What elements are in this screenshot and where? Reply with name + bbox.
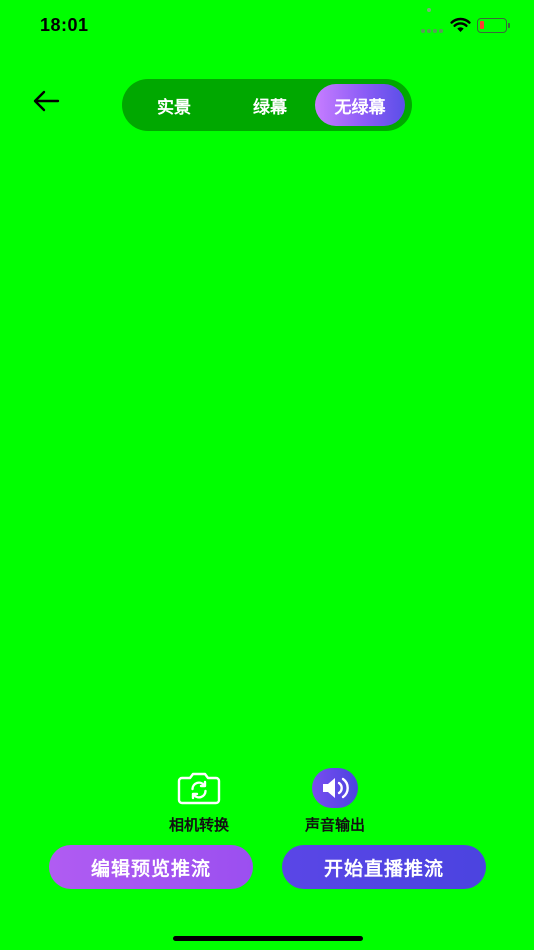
camera-switch-icon-wrap xyxy=(175,768,223,808)
sound-output-button[interactable]: 声音输出 xyxy=(280,768,390,838)
signal-icon xyxy=(421,29,443,33)
battery-icon xyxy=(477,18,510,33)
mode-switch: 实景 绿幕 无绿幕 xyxy=(122,79,412,131)
tab-no-green-screen[interactable]: 无绿幕 xyxy=(315,84,405,126)
tab-real-scene[interactable]: 实景 xyxy=(132,84,216,126)
tab-green-screen[interactable]: 绿幕 xyxy=(226,84,314,126)
wifi-icon xyxy=(450,17,471,32)
edit-preview-stream-button[interactable]: 编辑预览推流 xyxy=(49,845,253,889)
status-time: 18:01 xyxy=(40,15,89,35)
speaker-icon xyxy=(312,768,358,808)
indicator-dot xyxy=(427,8,431,12)
camera-switch-icon xyxy=(177,772,221,805)
back-button[interactable] xyxy=(28,84,64,118)
status-bar: 18:01 xyxy=(0,0,534,52)
arrow-left-icon xyxy=(33,90,60,112)
camera-switch-button[interactable]: 相机转换 xyxy=(144,768,254,838)
camera-switch-label: 相机转换 xyxy=(168,816,229,834)
battery-level xyxy=(480,21,484,29)
start-live-stream-button[interactable]: 开始直播推流 xyxy=(282,845,486,889)
sound-output-label: 声音输出 xyxy=(304,816,365,834)
speaker-icon-wrap xyxy=(311,768,359,808)
home-indicator xyxy=(173,936,363,941)
